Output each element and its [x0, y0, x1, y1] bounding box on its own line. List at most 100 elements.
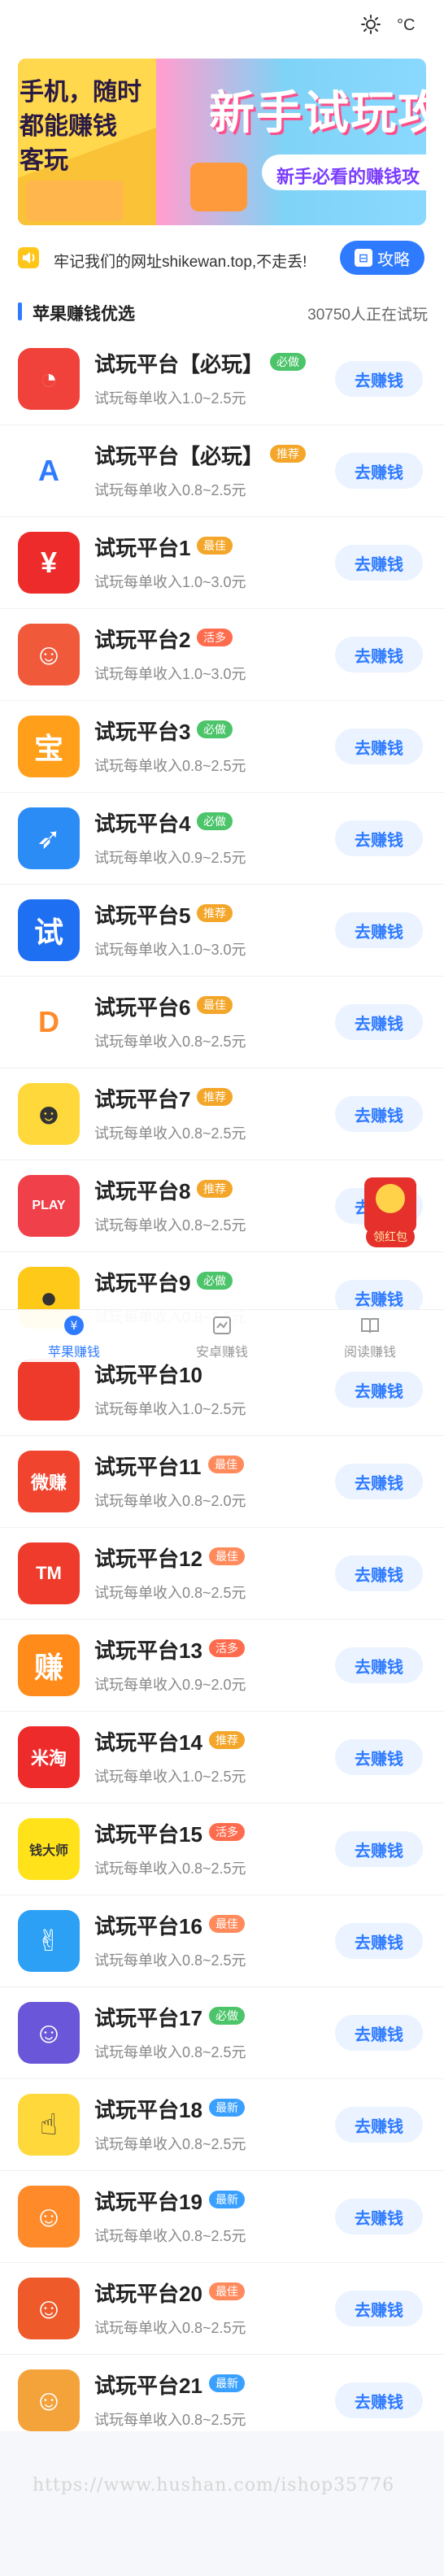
list-item[interactable]: ✌ 试玩平台16 最佳 试玩每单收入0.8~2.5元 去赚钱 [0, 1895, 444, 1987]
notice-bar: 牢记我们的网址shikewan.top,不走丢! ⊟ 攻略 [0, 236, 444, 281]
status-badge: 最佳 [197, 537, 233, 555]
tab-android-money[interactable]: 安卓赚钱 [148, 1310, 296, 1362]
tab-apple-money[interactable]: ¥ 苹果赚钱 [0, 1310, 148, 1362]
go-earn-button[interactable]: 去赚钱 [335, 820, 423, 856]
status-badge: 必做 [209, 2007, 245, 2025]
list-item[interactable]: ◔ 试玩平台【必玩】 必做 试玩每单收入1.0~2.5元 去赚钱 [0, 333, 444, 425]
qiandashi-icon: 钱大师 [18, 1818, 80, 1880]
pacman-icon: ◔ [18, 348, 80, 410]
app-income: 试玩每单收入0.8~2.5元 [94, 2044, 246, 2060]
guide-button[interactable]: ⊟ 攻略 [340, 241, 424, 275]
play-d-icon: D [18, 991, 80, 1053]
list-item[interactable]: ☺ 试玩平台19 最新 试玩每单收入0.8~2.5元 去赚钱 [0, 2171, 444, 2263]
crayon-icon: ☺ [18, 2186, 80, 2247]
list-item[interactable]: ¥ 试玩平台1 最佳 试玩每单收入1.0~3.0元 去赚钱 [0, 517, 444, 609]
status-badge: 最佳 [197, 996, 233, 1014]
status-badge: 推荐 [270, 445, 306, 463]
list-item[interactable]: ➶ 试玩平台4 必做 试玩每单收入0.9~2.5元 去赚钱 [0, 793, 444, 885]
app-income: 试玩每单收入1.0~2.5元 [94, 1401, 246, 1417]
banner-left-line-2: 都能赚钱 [20, 112, 117, 141]
go-earn-button[interactable]: 去赚钱 [335, 2291, 423, 2326]
app-income: 试玩每单收入1.0~3.0元 [94, 942, 246, 958]
zhuan-icon: 赚 [18, 1634, 80, 1696]
tab-reading-money[interactable]: 阅读赚钱 [296, 1310, 444, 1362]
bottom-tab-bar: ¥ 苹果赚钱 安卓赚钱 阅读赚钱 [0, 1309, 444, 1362]
banner-left-graphic: 手机，随时 都能赚钱 客玩 [18, 59, 156, 225]
app-income: 试玩每单收入0.8~2.5元 [94, 1952, 246, 1969]
app-list: ◔ 试玩平台【必玩】 必做 试玩每单收入1.0~2.5元 去赚钱 A 试玩平台【必玩】 推荐试… [0, 333, 444, 2447]
go-earn-button[interactable]: 去赚钱 [335, 2382, 423, 2418]
avatar-icon: ☻ [18, 1083, 80, 1145]
app-income: 试玩每单收入0.9~2.5元 [94, 850, 246, 866]
go-earn-button[interactable]: 去赚钱 [335, 1096, 423, 1132]
go-earn-button[interactable]: 去赚钱 [335, 1739, 423, 1775]
go-earn-button[interactable]: 去赚钱 [335, 361, 423, 397]
app-income: 试玩每单收入0.8~2.5元 [94, 2412, 246, 2428]
svg-text:¥: ¥ [71, 1320, 78, 1333]
list-item[interactable]: 微赚 试玩平台11 最佳 试玩每单收入0.8~2.0元 去赚钱 [0, 1436, 444, 1528]
list-item[interactable]: 钱大师 试玩平台15 活多 试玩每单收入0.8~2.5元 去赚钱 [0, 1804, 444, 1895]
status-badge: 活多 [197, 629, 233, 646]
red-packet-button[interactable]: 领红包 [364, 1177, 416, 1247]
app-name: 试玩平台21 [94, 2374, 202, 2398]
red-app-icon [18, 1359, 80, 1421]
footer: https://www.hushan.com/ishop35776 [0, 2431, 444, 2576]
go-earn-button[interactable]: 去赚钱 [335, 1004, 423, 1040]
lion-icon: ☺ [18, 2278, 80, 2339]
go-earn-button[interactable]: 去赚钱 [335, 1464, 423, 1499]
go-earn-button[interactable]: 去赚钱 [335, 545, 423, 581]
app-income: 试玩每单收入0.8~2.5元 [94, 2228, 246, 2244]
online-count: 30750人正在试玩 [307, 307, 428, 324]
list-item[interactable]: D 试玩平台6 最佳 试玩每单收入0.8~2.5元 去赚钱 [0, 977, 444, 1068]
app-income: 试玩每单收入0.8~2.5元 [94, 2320, 246, 2336]
status-bar: °C [0, 0, 444, 52]
book-icon [361, 1318, 379, 1334]
app-name: 试玩平台13 [94, 1638, 202, 1663]
go-earn-button[interactable]: 去赚钱 [335, 1923, 423, 1959]
list-item[interactable]: ☻ 试玩平台7 推荐 试玩每单收入0.8~2.5元 去赚钱 [0, 1068, 444, 1160]
notice-text: 牢记我们的网址shikewan.top,不走丢! [54, 254, 307, 271]
banner-subtitle: 新手必看的赚钱攻 [276, 167, 420, 187]
list-item[interactable]: ☺ 试玩平台2 活多 试玩每单收入1.0~3.0元 去赚钱 [0, 609, 444, 701]
status-badge: 最佳 [208, 1456, 244, 1473]
go-earn-button[interactable]: 去赚钱 [335, 2015, 423, 2051]
go-earn-button[interactable]: 去赚钱 [335, 729, 423, 764]
banner-left-line-3: 客玩 [20, 146, 68, 175]
list-item[interactable]: ☺ 试玩平台20 最佳试玩每单收入0.8~2.5元 去赚钱 [0, 2263, 444, 2355]
go-earn-button[interactable]: 去赚钱 [335, 1647, 423, 1683]
go-earn-button[interactable]: 去赚钱 [335, 912, 423, 948]
list-item[interactable]: TM 试玩平台12 最佳 试玩每单收入0.8~2.5元 去赚钱 [0, 1528, 444, 1620]
app-name: 试玩平台11 [94, 1455, 202, 1479]
app-name: 试玩平台7 [94, 1087, 191, 1112]
app-income: 试玩每单收入0.9~2.0元 [94, 1677, 246, 1693]
status-badge: 必做 [197, 812, 233, 830]
hand-icon: ✌ [18, 1910, 80, 1972]
list-item[interactable]: A 试玩平台【必玩】 推荐 试玩每单收入0.8~2.5元 去赚钱 [0, 425, 444, 517]
app-name: 试玩平台20 [94, 2282, 202, 2306]
list-item[interactable]: 赚试玩平台13 活多试玩每单收入0.9~2.0元 去赚钱 [0, 1620, 444, 1712]
go-earn-button[interactable]: 去赚钱 [335, 2107, 423, 2143]
go-earn-button[interactable]: 去赚钱 [335, 453, 423, 489]
promo-banner[interactable]: 手机，随时 都能赚钱 客玩 新手试玩攻 新手必看的赚钱攻 [18, 59, 426, 225]
go-earn-button[interactable]: 去赚钱 [335, 1372, 423, 1408]
list-item[interactable]: 宝试玩平台3 必做 试玩每单收入0.8~2.5元 去赚钱 [0, 701, 444, 793]
status-badge: 活多 [209, 1823, 245, 1841]
list-item[interactable]: 米淘 试玩平台14 推荐 试玩每单收入1.0~2.5元 去赚钱 [0, 1712, 444, 1804]
section-title: 苹果赚钱优选 [33, 305, 135, 324]
app-name: 试玩平台【必玩】 [94, 444, 264, 468]
go-earn-button[interactable]: 去赚钱 [335, 2199, 423, 2234]
tab-label: 阅读赚钱 [343, 1346, 396, 1360]
banner-title: 新手试玩攻 [209, 87, 426, 138]
list-item[interactable]: 试试玩平台5 推荐 试玩每单收入1.0~3.0元 去赚钱 [0, 885, 444, 977]
app-income: 试玩每单收入1.0~3.0元 [94, 666, 246, 682]
list-item[interactable]: ☝ 试玩平台18 最新 试玩每单收入0.8~2.5元 去赚钱 [0, 2079, 444, 2171]
go-earn-button[interactable]: 去赚钱 [335, 1556, 423, 1591]
rocket-icon: ➶ [18, 807, 80, 869]
status-badge: 必做 [197, 1272, 233, 1290]
list-item[interactable]: ☺ 试玩平台17 必做 试玩每单收入0.8~2.5元 去赚钱 [0, 1987, 444, 2079]
status-badge: 最佳 [209, 2282, 245, 2300]
go-earn-button[interactable]: 去赚钱 [335, 1831, 423, 1867]
go-earn-button[interactable]: 去赚钱 [335, 637, 423, 672]
status-badge: 活多 [209, 1639, 245, 1657]
app-income: 试玩每单收入1.0~2.5元 [94, 390, 246, 407]
